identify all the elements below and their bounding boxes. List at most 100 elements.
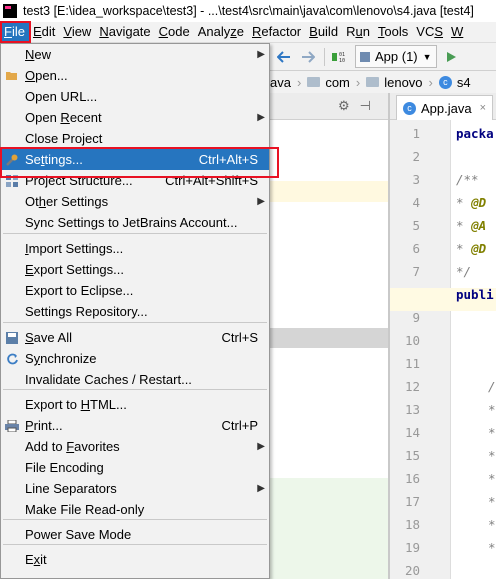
submenu-arrow-icon: ▶ [257,49,265,60]
code-line[interactable]: * [488,425,496,440]
menu-item-save-all[interactable]: Save All Ctrl+S [1,327,269,348]
settings-gear-icon[interactable]: ⚙ [338,98,350,114]
line-number-gutter: 1234567891011121314151617181920 [390,120,451,579]
code-line[interactable]: */ [456,264,471,279]
editor-tab-bar: c App.java × [390,93,496,120]
menu-item-open[interactable]: Open... [1,65,269,86]
printer-icon [5,419,19,433]
submenu-arrow-icon: ▶ [257,196,265,207]
file-menu-highlight-box [0,21,31,43]
menu-vcs[interactable]: VCS [412,22,447,42]
breadcrumb-separator: › [355,74,361,90]
menu-code[interactable]: Code [155,22,194,42]
menu-item-label: Open URL... [25,89,98,104]
menu-edit[interactable]: Edit [29,22,59,42]
menu-item-label: Export Settings... [25,262,124,277]
run-configuration-selector[interactable]: App (1) ▼ [355,45,437,68]
menu-item-new[interactable]: New ▶ [1,44,269,65]
menu-item-close-project[interactable]: Close Project [1,128,269,149]
menu-w[interactable]: W [447,22,467,42]
menu-item-print[interactable]: Print... Ctrl+P [1,415,269,436]
menu-separator [3,322,267,323]
menu-separator [3,233,267,234]
tab-label: App.java [421,100,472,116]
menu-item-sync-settings-to-jetbrains-account[interactable]: Sync Settings to JetBrains Account... [1,212,269,233]
menu-item-add-to-favorites[interactable]: Add to Favorites ▶ [1,436,269,457]
menu-item-label: Print... [25,418,63,433]
menu-refactor[interactable]: Refactor [248,22,305,42]
breadcrumb-s4[interactable]: c s4 [438,75,471,90]
code-line[interactable]: * [488,517,496,532]
close-icon[interactable]: × [480,102,486,114]
project-tree-region [270,478,388,579]
menu-item-line-separators[interactable]: Line Separators ▶ [1,478,269,499]
submenu-arrow-icon: ▶ [257,112,265,123]
menu-item-open-recent[interactable]: Open Recent ▶ [1,107,269,128]
menu-bar: File Edit View Navigate Code Analyze Refactor B… [0,22,496,43]
breadcrumb-java[interactable]: ava [270,75,291,90]
line-number: 4 [412,195,420,210]
build-icon[interactable]: 01 10 [329,47,349,67]
project-panel-header: ⚙ ⊣ [270,93,388,120]
line-number: 17 [404,494,420,509]
project-tree-selected-row[interactable] [270,328,388,348]
code-line[interactable]: * [488,494,496,509]
menu-item-exit[interactable]: Exit [1,549,269,570]
menu-build[interactable]: Build [305,22,342,42]
back-arrow-icon[interactable] [274,47,294,67]
code-line[interactable]: publi [456,287,494,302]
hide-panel-icon[interactable]: ⊣ [360,98,371,114]
menu-run[interactable]: Run [342,22,374,42]
code-line[interactable]: * @D [456,195,486,210]
main-toolbar: 01 10 App (1) ▼ [270,43,496,71]
breadcrumb-separator: › [428,74,433,90]
line-number: 11 [404,356,420,371]
breadcrumb-com[interactable]: com [307,75,350,90]
line-number: 1 [412,126,420,141]
code-line[interactable]: * @D [456,241,486,256]
project-tree-row-highlight [270,181,388,202]
menu-item-open-url[interactable]: Open URL... [1,86,269,107]
sync-icon [5,352,19,366]
menu-item-label: Line Separators [25,481,117,496]
code-line[interactable]: / [488,379,496,394]
menu-tools[interactable]: Tools [374,22,412,42]
file-menu-dropdown: New ▶ Open... Open URL... Open Recent ▶ Close … [0,43,270,579]
breadcrumb-separator: › [296,74,302,90]
submenu-arrow-icon: ▶ [257,441,265,452]
menu-analyze[interactable]: Analyze [194,22,248,42]
code-line[interactable]: packa [456,126,494,141]
editor-tab-app-java[interactable]: c App.java × [396,95,494,120]
code-line[interactable]: * [488,448,496,463]
forward-arrow-icon[interactable] [298,47,318,67]
menu-item-shortcut: Ctrl+P [221,418,258,433]
breadcrumb-lenovo[interactable]: lenovo [366,75,423,90]
menu-item-label: Export to Eclipse... [25,283,134,298]
code-line[interactable]: /** [456,172,479,187]
menu-item-label: Import Settings... [25,241,124,256]
code-line[interactable]: * [488,402,496,417]
line-number: 3 [412,172,420,187]
code-line[interactable]: * [488,540,496,555]
menu-item-invalidate-caches-restart[interactable]: Invalidate Caches / Restart... [1,369,269,390]
menu-item-make-file-read-only[interactable]: Make File Read-only [1,499,269,520]
code-line[interactable]: * [488,471,496,486]
menu-item-export-to-html[interactable]: Export to HTML... [1,394,269,415]
menu-item-export-settings[interactable]: Export Settings... [1,259,269,280]
menu-item-export-to-eclipse[interactable]: Export to Eclipse... [1,280,269,301]
menu-navigate[interactable]: Navigate [95,22,154,42]
menu-item-power-save-mode[interactable]: Power Save Mode [1,524,269,545]
menu-item-import-settings[interactable]: Import Settings... [1,238,269,259]
line-number: 20 [404,563,420,578]
code-line[interactable]: * @A [456,218,486,233]
title-bar: test3 [E:\idea_workspace\test3] - ...\te… [0,0,496,22]
menu-view[interactable]: View [59,22,95,42]
submenu-arrow-icon: ▶ [257,483,265,494]
run-icon[interactable] [441,47,461,67]
menu-item-settings-repository[interactable]: Settings Repository... [1,301,269,322]
floppy-disk-icon [5,331,19,345]
menu-item-label: Sync Settings to JetBrains Account... [25,215,238,230]
menu-item-other-settings[interactable]: Other Settings ▶ [1,191,269,212]
menu-item-synchronize[interactable]: Synchronize [1,348,269,369]
menu-item-file-encoding[interactable]: File Encoding [1,457,269,478]
